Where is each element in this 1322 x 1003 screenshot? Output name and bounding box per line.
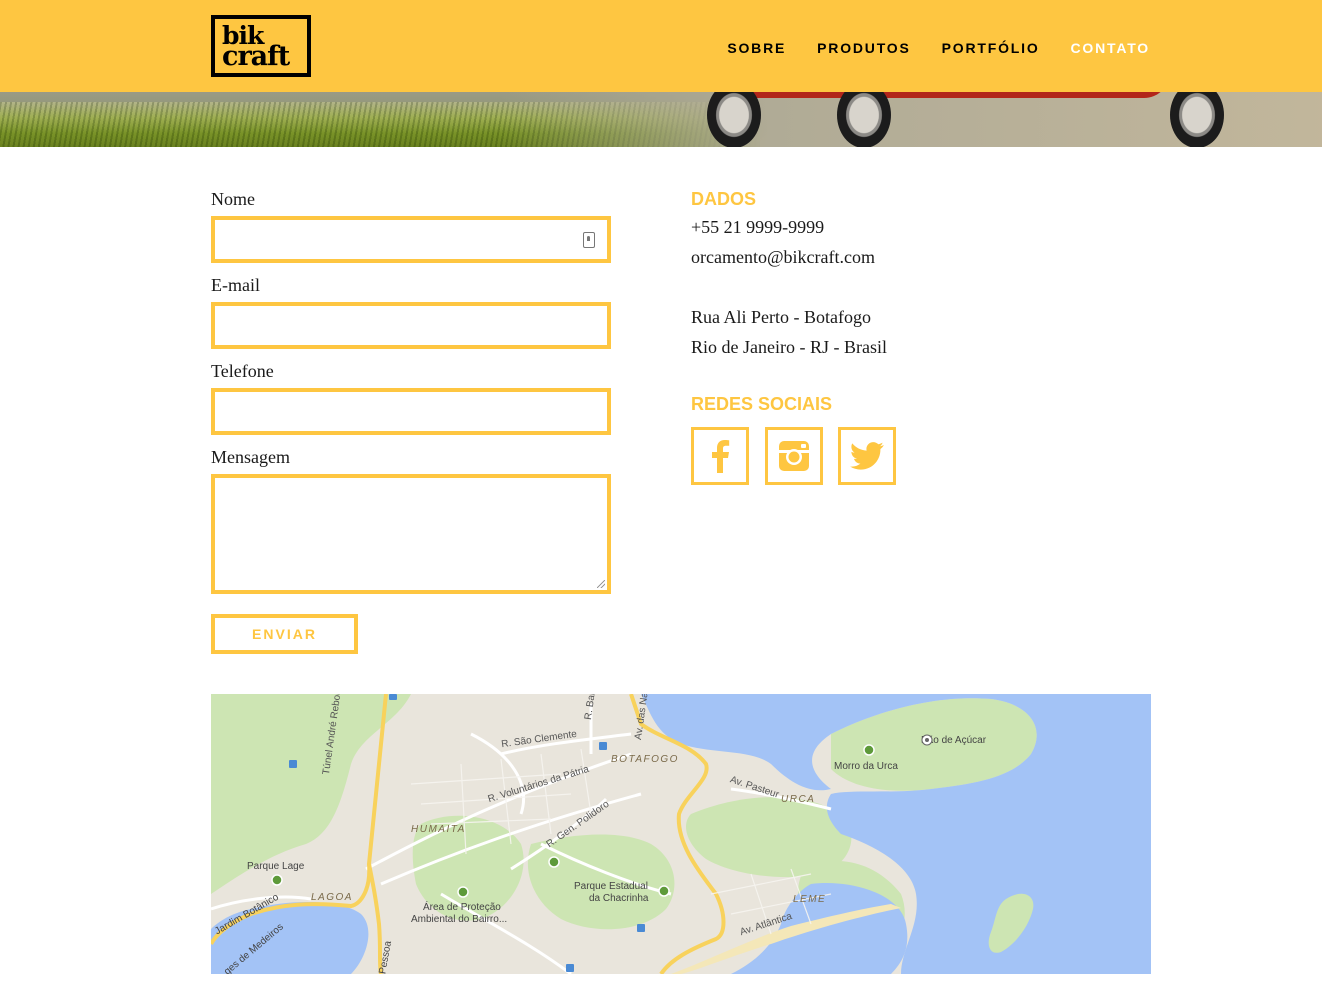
map-drawing xyxy=(211,694,1151,974)
hero-banner-image xyxy=(0,92,1322,147)
message-field-wrapper xyxy=(211,474,611,594)
contact-address-line2: Rio de Janeiro - RJ - Brasil xyxy=(691,337,887,357)
twitter-link[interactable] xyxy=(838,427,896,485)
map-label-parque-lage: Parque Lage xyxy=(247,861,305,872)
facebook-icon xyxy=(712,440,730,473)
nav-item-contato[interactable]: CONTATO xyxy=(1071,40,1150,56)
contact-email: orcamento@bikcraft.com xyxy=(691,247,875,267)
map-label-botafogo: BOTAFOGO xyxy=(611,754,679,765)
phone-field-wrapper xyxy=(211,388,611,435)
nav-item-portfolio[interactable]: PORTFÓLIO xyxy=(942,40,1040,56)
map-label-leme: LEME xyxy=(793,894,827,905)
nav-item-sobre[interactable]: SOBRE xyxy=(727,40,786,56)
message-label: Mensagem xyxy=(211,447,290,467)
facebook-link[interactable] xyxy=(691,427,749,485)
map-label-humaita: HUMAITA xyxy=(411,824,466,835)
banner-bike-frame xyxy=(730,92,1170,98)
site-header: bik craft SOBRE PRODUTOS PORTFÓLIO CONTA… xyxy=(0,0,1322,92)
map-label-parque-chacrinha-1: Parque Estadual xyxy=(574,881,648,892)
contact-phone: +55 21 9999-9999 xyxy=(691,217,825,237)
map-label-parque-chacrinha-2: da Chacrinha xyxy=(589,893,649,904)
map-label-area-protecao-1: Área de Proteção xyxy=(423,902,501,913)
nav-item-produtos[interactable]: PRODUTOS xyxy=(817,40,911,56)
name-label: Nome xyxy=(211,189,255,209)
main-nav: SOBRE PRODUTOS PORTFÓLIO CONTATO xyxy=(727,40,1150,56)
instagram-link[interactable] xyxy=(765,427,823,485)
send-button[interactable]: ENVIAR xyxy=(211,614,358,654)
message-textarea[interactable] xyxy=(215,478,607,590)
name-input[interactable] xyxy=(215,220,607,259)
social-title: REDES SOCIAIS xyxy=(691,394,833,414)
phone-input[interactable] xyxy=(215,392,607,431)
location-map[interactable]: R. São Clemente R. Voluntários da Pátria… xyxy=(211,694,1151,974)
name-field-wrapper xyxy=(211,216,611,263)
map-label-urca: URCA xyxy=(781,794,816,805)
contact-address-line1: Rua Ali Perto - Botafogo xyxy=(691,307,871,327)
map-label-pao-de-acucar: Pão de Açúcar xyxy=(921,735,987,746)
email-field-wrapper xyxy=(211,302,611,349)
contact-card-icon[interactable] xyxy=(583,232,595,248)
contact-data-title: DADOS xyxy=(691,189,757,209)
map-label-lagoa: LAGOA xyxy=(311,892,353,903)
resize-handle-icon[interactable] xyxy=(597,580,605,588)
instagram-icon xyxy=(779,441,809,471)
twitter-icon xyxy=(850,442,884,470)
map-label-morro-da-urca: Morro da Urca xyxy=(834,761,898,772)
bikcraft-logo[interactable]: bik craft xyxy=(211,15,311,77)
email-label: E-mail xyxy=(211,275,260,295)
map-label-area-protecao-2: Ambiental do Bairro... xyxy=(411,914,508,925)
logo-text-line2: craft xyxy=(222,41,290,72)
phone-label: Telefone xyxy=(211,361,274,381)
email-input[interactable] xyxy=(215,306,607,345)
